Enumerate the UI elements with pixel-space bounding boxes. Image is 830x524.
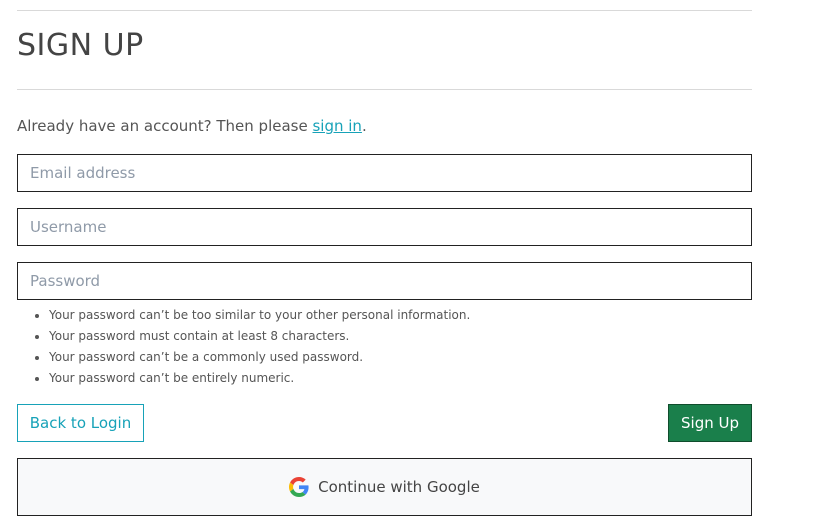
- password-help-list: Your password can’t be too similar to yo…: [17, 305, 470, 389]
- top-divider: [17, 10, 752, 11]
- username-field[interactable]: [17, 208, 752, 246]
- signin-prompt: Already have an account? Then please sig…: [17, 116, 367, 136]
- signin-link[interactable]: sign in: [312, 117, 361, 135]
- signin-prompt-suffix: .: [361, 117, 367, 135]
- page-title: SIGN UP: [17, 28, 144, 63]
- password-help-item: Your password can’t be entirely numeric.: [49, 368, 470, 389]
- password-help-item: Your password can’t be too similar to yo…: [49, 305, 470, 326]
- back-to-login-button[interactable]: Back to Login: [17, 404, 144, 442]
- google-icon: [289, 477, 309, 497]
- signin-prompt-text: Already have an account? Then please: [17, 117, 313, 135]
- password-field[interactable]: [17, 262, 752, 300]
- sign-up-button[interactable]: Sign Up: [668, 404, 752, 442]
- google-signin-button[interactable]: Continue with Google: [17, 458, 752, 516]
- title-divider: [17, 89, 752, 90]
- google-button-label: Continue with Google: [318, 478, 480, 496]
- password-help-item: Your password must contain at least 8 ch…: [49, 326, 470, 347]
- password-help-item: Your password can’t be a commonly used p…: [49, 347, 470, 368]
- signup-page: SIGN UP Already have an account? Then pl…: [0, 0, 830, 524]
- email-field[interactable]: [17, 154, 752, 192]
